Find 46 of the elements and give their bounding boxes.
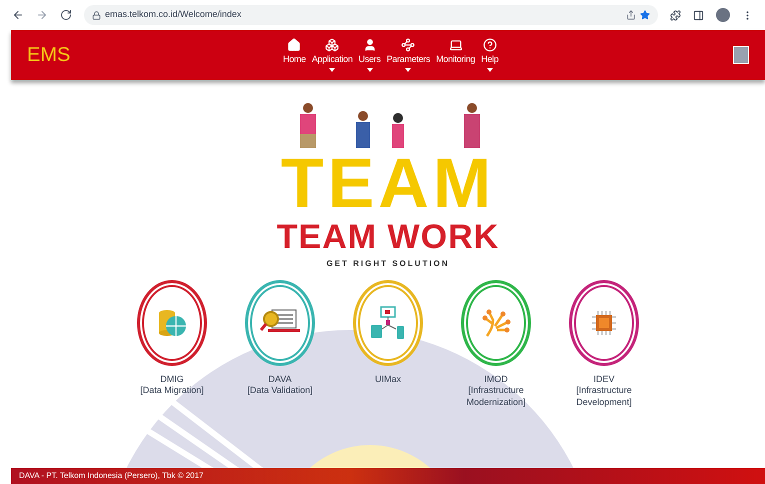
app-description: [Infrastructure Development] [575,385,633,408]
user-photo-placeholder[interactable] [733,46,749,64]
caret-icon [486,68,493,72]
nav-item[interactable]: Home [283,38,306,72]
nodes-icon [401,38,416,52]
caret-icon [329,68,336,72]
nav-item[interactable]: Users [358,38,381,72]
chip-icon [590,309,618,337]
forward-icon[interactable] [36,9,48,21]
lock-icon [92,10,101,20]
share-icon[interactable] [626,10,636,20]
home-icon [287,38,302,52]
caret-icon [366,68,373,72]
app-name: UIMax [374,374,401,386]
caret-icon [405,68,412,72]
help-icon [482,38,497,52]
nav-item[interactable]: Help [481,38,498,72]
url-text: emas.telkom.co.id/Welcome/index [105,8,242,22]
bookmark-star-icon[interactable] [640,10,650,20]
extensions-icon[interactable] [670,10,681,20]
nav-item[interactable]: Application [312,38,353,72]
app-name: IDEV [593,374,614,386]
reload-icon[interactable] [60,9,72,21]
nav-item[interactable]: Monitoring [436,38,476,72]
footer-text: DAVA - PT. Telkom Indonesia (Persero), Tbk © 2017 [19,470,204,482]
database-globe-icon [157,307,187,339]
banner-title: TEAM WORK [276,220,500,254]
devices-icon [370,306,406,340]
app-description: [Data Migration] [139,385,205,396]
app-name: DAVA [268,374,292,386]
app-description: [Data Validation] [246,385,314,396]
branching-lines-icon [481,308,511,338]
nav-item[interactable]: Parameters [386,38,430,72]
address-bar[interactable]: emas.telkom.co.id/Welcome/index [84,5,658,25]
user-icon [362,38,377,52]
app-logo[interactable]: EMS [27,40,267,70]
side-panel-icon[interactable] [693,10,704,20]
profile-avatar[interactable] [716,8,730,22]
back-icon[interactable] [12,9,24,21]
app-name: IMOD [484,374,508,386]
banner-tagline: GET RIGHT SOLUTION [326,258,450,270]
app-name: DMIG [160,374,184,386]
illustration-big-word: TEAM [280,148,496,218]
cubes-icon [325,38,340,52]
app-description: [Infrastructure Modernization] [465,385,527,408]
laptop-icon [448,38,463,52]
